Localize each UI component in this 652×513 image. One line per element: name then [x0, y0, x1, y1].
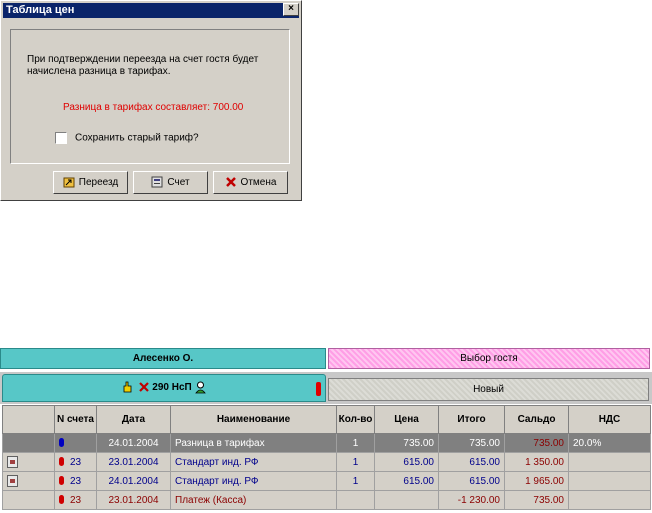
move-label: Переезд [78, 177, 119, 188]
qty-cell: 1 [336, 471, 375, 491]
tab-room[interactable]: 290 НсП [2, 374, 326, 402]
account-label: Счет [167, 177, 190, 188]
tariff-difference: Разница в тарифах составляет: 700.00 [63, 102, 244, 113]
date-cell: 24.01.2004 [96, 433, 171, 453]
table-row[interactable]: 23 23.01.2004 Платеж (Касса) -1 230.00 7… [2, 490, 651, 510]
table-header-row: N счета Дата Наименование Кол-во Цена Ит… [2, 405, 651, 434]
red-marker-icon [59, 476, 64, 486]
balance-cell: 735.00 [504, 433, 569, 453]
col-balance[interactable]: Сальдо [504, 405, 569, 434]
col-icon[interactable] [2, 405, 55, 434]
col-vat[interactable]: НДС [568, 405, 651, 434]
cross-icon [139, 382, 150, 393]
keep-tariff-checkbox[interactable] [55, 132, 67, 144]
red-indicator [316, 382, 321, 396]
tab-choose-guest[interactable]: Выбор гостя [328, 348, 650, 369]
price-cell: 735.00 [374, 433, 439, 453]
cancel-button[interactable]: Отмена [213, 171, 288, 194]
move-button[interactable]: Переезд [53, 171, 128, 194]
vat-cell: 20.0% [568, 433, 651, 453]
total-cell: 615.00 [438, 452, 505, 472]
dialog-title: Таблица цен [3, 3, 299, 18]
move-icon [63, 177, 75, 188]
hand-icon [123, 381, 132, 393]
col-total[interactable]: Итого [438, 405, 505, 434]
row-icon-cell [2, 471, 55, 491]
balance-cell: 1 965.00 [504, 471, 569, 491]
keep-tariff-label: Сохранить старый тариф? [75, 132, 199, 144]
vat-cell [568, 452, 651, 472]
account-cell [54, 433, 97, 453]
cancel-label: Отмена [240, 177, 277, 188]
row-icon-cell [2, 490, 55, 510]
col-name[interactable]: Наименование [170, 405, 337, 434]
col-quantity[interactable]: Кол-во [336, 405, 375, 434]
name-cell: Стандарт инд. РФ [170, 452, 337, 472]
name-cell: Разница в тарифах [170, 433, 337, 453]
qty-cell: 1 [336, 452, 375, 472]
price-cell: 615.00 [374, 471, 439, 491]
name-cell: Стандарт инд. РФ [170, 471, 337, 491]
vat-cell [568, 471, 651, 491]
guest-tabs: Алесенко О. Выбор гостя [0, 348, 652, 370]
close-button[interactable]: × [283, 3, 299, 16]
date-cell: 23.01.2004 [96, 490, 171, 510]
price-cell [374, 490, 439, 510]
person-icon [194, 381, 206, 394]
balance-cell: 735.00 [504, 490, 569, 510]
name-cell: Платеж (Касса) [170, 490, 337, 510]
row-icon-cell [2, 433, 55, 453]
table-row[interactable]: 24.01.2004 Разница в тарифах 1 735.00 73… [2, 433, 651, 453]
col-date[interactable]: Дата [96, 405, 171, 434]
col-price[interactable]: Цена [374, 405, 439, 434]
document-icon[interactable] [7, 475, 18, 487]
keep-tariff-row[interactable]: Сохранить старый тариф? [55, 132, 199, 144]
account-cell: 23 [54, 490, 97, 510]
date-cell: 24.01.2004 [96, 471, 171, 491]
account-cell: 23 [54, 452, 97, 472]
red-marker-icon [59, 457, 64, 467]
date-cell: 23.01.2004 [96, 452, 171, 472]
dialog-message: При подтверждении переезда на счет гостя… [27, 54, 259, 77]
price-table-dialog: Таблица цен × При подтверждении переезда… [0, 0, 302, 201]
tab-new[interactable]: Новый [328, 378, 649, 401]
tab-guest-name[interactable]: Алесенко О. [0, 348, 326, 369]
account-icon [151, 176, 163, 188]
room-label: 290 НсП [152, 382, 192, 393]
qty-cell [336, 490, 375, 510]
total-cell: -1 230.00 [438, 490, 505, 510]
balance-cell: 1 350.00 [504, 452, 569, 472]
account-button[interactable]: Счет [133, 171, 208, 194]
total-cell: 735.00 [438, 433, 505, 453]
table-row[interactable]: 23 23.01.2004 Стандарт инд. РФ 1 615.00 … [2, 452, 651, 472]
cancel-icon [225, 177, 236, 188]
total-cell: 615.00 [438, 471, 505, 491]
price-cell: 615.00 [374, 452, 439, 472]
document-icon[interactable] [7, 456, 18, 468]
account-table: N счета Дата Наименование Кол-во Цена Ит… [2, 405, 651, 510]
vat-cell [568, 490, 651, 510]
account-cell: 23 [54, 471, 97, 491]
table-row[interactable]: 23 24.01.2004 Стандарт инд. РФ 1 615.00 … [2, 471, 651, 491]
room-tabs: 290 НсП Новый [0, 372, 652, 404]
row-icon-cell [2, 452, 55, 472]
qty-cell: 1 [336, 433, 375, 453]
col-account-number[interactable]: N счета [54, 405, 97, 434]
red-marker-icon [59, 495, 64, 505]
blue-marker-icon [59, 438, 64, 448]
